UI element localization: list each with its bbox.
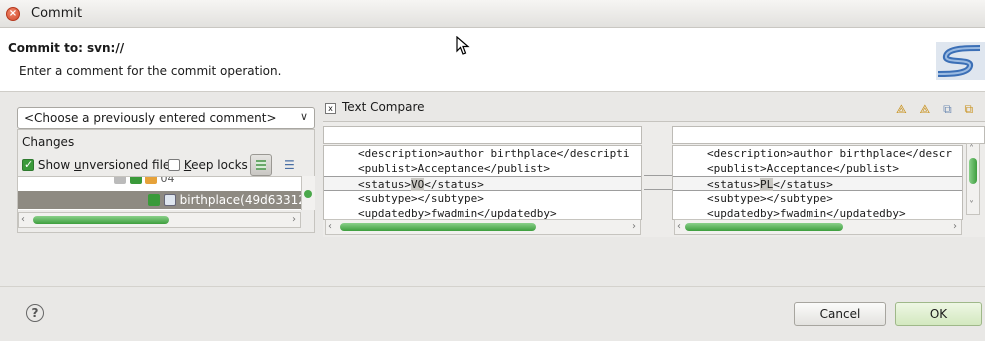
close-tab-icon[interactable]: x bbox=[325, 103, 336, 114]
scroll-thumb[interactable] bbox=[969, 158, 977, 184]
window-title: Commit bbox=[31, 6, 83, 21]
show-unversioned-checkbox[interactable]: Show unversioned files bbox=[22, 158, 177, 172]
tree-vertical-scrollbar[interactable] bbox=[301, 176, 315, 210]
scroll-right-icon[interactable]: › bbox=[953, 221, 957, 232]
scroll-thumb[interactable] bbox=[685, 223, 843, 231]
compare-toolbar: ⟁ ⟁ ⧉ ⧉ bbox=[896, 102, 982, 117]
copy-right-icon[interactable]: ⧉ bbox=[965, 102, 974, 116]
diff-post: </status> bbox=[424, 178, 484, 191]
left-pane-horizontal-scrollbar[interactable]: ‹ › bbox=[325, 219, 641, 235]
checkbox-checked-icon bbox=[148, 194, 160, 206]
diff-pre: <status> bbox=[358, 178, 411, 191]
checkbox-checked-icon bbox=[129, 177, 142, 184]
scroll-thumb[interactable] bbox=[33, 216, 169, 224]
collapse-icon bbox=[114, 177, 126, 184]
tree-item-label: 04 bbox=[160, 176, 175, 185]
changes-group: Changes Show unversioned files Keep lock… bbox=[17, 129, 315, 233]
scroll-up-icon[interactable]: ˄ bbox=[969, 144, 974, 155]
ok-button[interactable]: OK bbox=[895, 302, 982, 326]
scroll-left-icon[interactable]: ‹ bbox=[677, 221, 681, 232]
help-button[interactable]: ? bbox=[26, 304, 44, 322]
tab-label: Text Compare bbox=[342, 100, 425, 114]
keep-locks-rest: eep locks bbox=[191, 158, 248, 172]
subversion-logo-icon bbox=[936, 42, 985, 80]
scroll-right-icon[interactable]: › bbox=[292, 214, 296, 225]
commit-target-label: Commit to: svn:// bbox=[8, 41, 125, 55]
scroll-thumb[interactable] bbox=[304, 190, 312, 198]
previous-comment-value: <Choose a previously entered comment> bbox=[24, 111, 277, 125]
diff-connector bbox=[644, 175, 672, 190]
checkbox-checked-icon bbox=[22, 158, 34, 171]
previous-comment-dropdown[interactable]: <Choose a previously entered comment> ∨ bbox=[17, 107, 315, 129]
title-bar: × Commit bbox=[0, 0, 985, 28]
compare-vertical-scrollbar[interactable]: ˄ ˅ bbox=[966, 143, 980, 215]
scroll-left-icon[interactable]: ‹ bbox=[328, 221, 332, 232]
left-pane-header bbox=[323, 126, 642, 144]
right-pane-horizontal-scrollbar[interactable]: ‹ › bbox=[674, 219, 962, 235]
tree-horizontal-scrollbar[interactable]: ‹ › bbox=[18, 212, 301, 228]
tab-text-compare[interactable]: x Text Compare bbox=[325, 100, 425, 122]
right-line-4: <subtype></subtype> bbox=[707, 192, 833, 205]
right-line-2: <publist>Acceptance</publist> bbox=[707, 162, 900, 175]
commit-hint-text: Enter a comment for the commit operation… bbox=[19, 64, 282, 78]
left-line-2: <publist>Acceptance</publist> bbox=[358, 162, 551, 175]
left-compare-pane[interactable]: <description>author birthplace</descript… bbox=[323, 145, 642, 220]
previous-difference-icon[interactable]: ⟁ bbox=[920, 102, 931, 116]
scroll-down-icon[interactable]: ˅ bbox=[969, 200, 974, 211]
diff-post: </status> bbox=[773, 178, 833, 191]
text-compare-area: <description>author birthplace</descript… bbox=[323, 121, 985, 237]
scroll-left-icon[interactable]: ‹ bbox=[21, 214, 25, 225]
diff-pre: <status> bbox=[707, 178, 760, 191]
keep-locks-checkbox[interactable]: Keep locks bbox=[168, 158, 248, 172]
right-line-5: <updatedby>fwadmin</updatedby> bbox=[707, 207, 906, 220]
folder-icon bbox=[145, 177, 157, 184]
dialog-header: Commit to: svn:// Enter a comment for th… bbox=[0, 28, 985, 92]
scroll-thumb[interactable] bbox=[340, 223, 536, 231]
xml-file-icon bbox=[163, 194, 176, 206]
checkbox-label-prefix: Show bbox=[37, 158, 75, 172]
right-compare-pane[interactable]: <description>author birthplace</descr <p… bbox=[672, 145, 963, 220]
scroll-right-icon[interactable]: › bbox=[632, 221, 636, 232]
close-window-icon[interactable]: × bbox=[6, 7, 20, 21]
changes-label: Changes bbox=[22, 135, 75, 149]
right-diff-line: <status>PL</status> bbox=[673, 176, 962, 191]
right-pane-header bbox=[672, 126, 985, 144]
cancel-button[interactable]: Cancel bbox=[794, 302, 886, 326]
tree-item-partial[interactable]: 04 bbox=[114, 176, 175, 185]
changes-tree[interactable]: 04 birthplace(49d63312 bbox=[18, 176, 301, 210]
checkbox-label-accel: u bbox=[74, 158, 82, 172]
left-line-5: <updatedby>fwadmin</updatedby> bbox=[358, 207, 557, 220]
selected-file-row[interactable]: birthplace(49d63312 bbox=[148, 193, 301, 207]
copy-left-icon[interactable]: ⧉ bbox=[943, 102, 952, 116]
tree-view-toggle-button[interactable] bbox=[250, 154, 272, 176]
left-diff-line: <status>VO</status> bbox=[324, 176, 641, 191]
next-difference-icon[interactable]: ⟁ bbox=[896, 102, 907, 116]
diff-value: VO bbox=[410, 178, 425, 191]
mouse-pointer-icon bbox=[456, 36, 470, 55]
tree-item-selected[interactable]: birthplace(49d63312 bbox=[18, 191, 301, 209]
left-line-1: <description>author birthplace</descript… bbox=[358, 147, 630, 160]
selected-file-label: birthplace(49d63312 bbox=[179, 193, 301, 207]
flat-list-icon[interactable]: ☰ bbox=[284, 158, 295, 172]
checkbox-label-rest: nversioned files bbox=[81, 158, 177, 172]
diff-value: PL bbox=[759, 178, 774, 191]
chevron-down-icon: ∨ bbox=[299, 110, 308, 123]
right-line-1: <description>author birthplace</descr bbox=[707, 147, 953, 160]
left-line-4: <subtype></subtype> bbox=[358, 192, 484, 205]
checkbox-unchecked-icon bbox=[168, 159, 180, 171]
diff-connector-gutter bbox=[644, 145, 672, 220]
footer-divider bbox=[0, 286, 985, 287]
